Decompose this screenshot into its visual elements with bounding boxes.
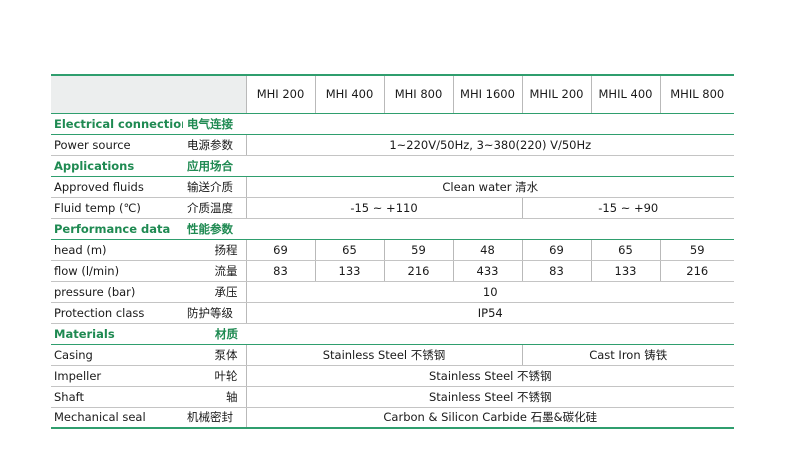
row-approved-fluids: Approved fluids 输送介质 Clean water 清水 (51, 176, 734, 198)
protection-value: IP54 (245, 302, 734, 324)
header-blank-cell (51, 74, 246, 114)
approved-fluids-value: Clean water 清水 (245, 176, 734, 198)
power-source-value: 1~220V/50Hz, 3~380(220) V/50Hz (245, 134, 734, 156)
fluid-temp-mhi-value: -15 ~ +110 (245, 197, 522, 219)
model-header: MHIL 200 (521, 74, 591, 114)
section-electrical: Electrical connection 电气连接 (51, 113, 734, 135)
fluid-temp-mhil-value: -15 ~ +90 (521, 197, 734, 219)
head-value: 59 (659, 239, 734, 261)
model-header: MHI 800 (383, 74, 453, 114)
row-head: head (m) 扬程 69 65 59 48 69 65 59 (51, 239, 734, 261)
row-label-en: Protection class (51, 302, 183, 324)
flow-value: 133 (590, 260, 660, 282)
section-applications: Applications 应用场合 (51, 155, 734, 177)
row-casing: Casing 泵体 Stainless Steel 不锈钢 Cast Iron … (51, 344, 734, 366)
section-title-en: Applications (51, 155, 183, 177)
row-label-cn: 扬程 (183, 239, 246, 261)
section-materials: Materials 材质 (51, 323, 734, 345)
section-title-en: Performance data (51, 218, 183, 240)
row-pressure: pressure (bar) 承压 10 (51, 281, 734, 303)
header-row: MHI 200 MHI 400 MHI 800 MHI 1600 MHIL 20… (51, 74, 734, 114)
model-header: MHIL 800 (659, 74, 734, 114)
row-label-en: Mechanical seal (51, 407, 183, 429)
row-label-en: Shaft (51, 386, 183, 408)
pressure-value: 10 (245, 281, 734, 303)
flow-value: 83 (245, 260, 315, 282)
row-mechanical-seal: Mechanical seal 机械密封 Carbon & Silicon Ca… (51, 407, 734, 429)
row-label-cn: 输送介质 (183, 176, 246, 198)
model-header: MHI 400 (314, 74, 384, 114)
casing-mhil-value: Cast Iron 铸铁 (521, 344, 734, 366)
row-label-en: Casing (51, 344, 183, 366)
model-header: MHIL 400 (590, 74, 660, 114)
row-label-cn: 流量 (183, 260, 246, 282)
model-header: MHI 1600 (452, 74, 522, 114)
row-fluid-temp: Fluid temp (℃) 介质温度 -15 ~ +110 -15 ~ +90 (51, 197, 734, 219)
row-power-source: Power source 电源参数 1~220V/50Hz, 3~380(220… (51, 134, 734, 156)
section-title-en: Materials (51, 323, 183, 345)
shaft-value: Stainless Steel 不锈钢 (245, 386, 734, 408)
section-title-cn: 电气连接 (183, 113, 246, 135)
flow-value: 133 (314, 260, 384, 282)
row-label-cn: 轴 (183, 386, 246, 408)
row-label-en: Power source (51, 134, 183, 156)
row-impeller: Impeller 叶轮 Stainless Steel 不锈钢 (51, 365, 734, 387)
row-label-cn: 承压 (183, 281, 246, 303)
flow-value: 83 (521, 260, 591, 282)
row-label-en: Impeller (51, 365, 183, 387)
impeller-value: Stainless Steel 不锈钢 (245, 365, 734, 387)
row-shaft: Shaft 轴 Stainless Steel 不锈钢 (51, 386, 734, 408)
row-protection: Protection class 防护等级 IP54 (51, 302, 734, 324)
row-label-cn: 叶轮 (183, 365, 246, 387)
spec-table: MHI 200 MHI 400 MHI 800 MHI 1600 MHIL 20… (51, 74, 734, 429)
row-label-en: pressure (bar) (51, 281, 183, 303)
head-value: 59 (383, 239, 453, 261)
flow-value: 216 (383, 260, 453, 282)
row-label-cn: 泵体 (183, 344, 246, 366)
row-label-en: Fluid temp (℃) (51, 197, 183, 219)
head-value: 65 (314, 239, 384, 261)
model-header: MHI 200 (245, 74, 315, 114)
flow-value: 216 (659, 260, 734, 282)
mechanical-seal-value: Carbon & Silicon Carbide 石墨&碳化硅 (245, 407, 734, 429)
row-flow: flow (l/min) 流量 83 133 216 433 83 133 21… (51, 260, 734, 282)
row-label-cn: 机械密封 (183, 407, 246, 429)
row-label-cn: 介质温度 (183, 197, 246, 219)
head-value: 65 (590, 239, 660, 261)
row-label-cn: 防护等级 (183, 302, 246, 324)
section-title-cn: 应用场合 (183, 155, 246, 177)
head-value: 69 (245, 239, 315, 261)
head-value: 48 (452, 239, 522, 261)
casing-mhi-value: Stainless Steel 不锈钢 (245, 344, 522, 366)
row-label-en: flow (l/min) (51, 260, 183, 282)
row-label-en: head (m) (51, 239, 183, 261)
section-title-en: Electrical connection (51, 113, 183, 135)
row-label-en: Approved fluids (51, 176, 183, 198)
row-label-cn: 电源参数 (183, 134, 246, 156)
section-title-cn: 性能参数 (183, 218, 246, 240)
section-performance: Performance data 性能参数 (51, 218, 734, 240)
head-value: 69 (521, 239, 591, 261)
section-title-cn: 材质 (183, 323, 246, 345)
flow-value: 433 (452, 260, 522, 282)
